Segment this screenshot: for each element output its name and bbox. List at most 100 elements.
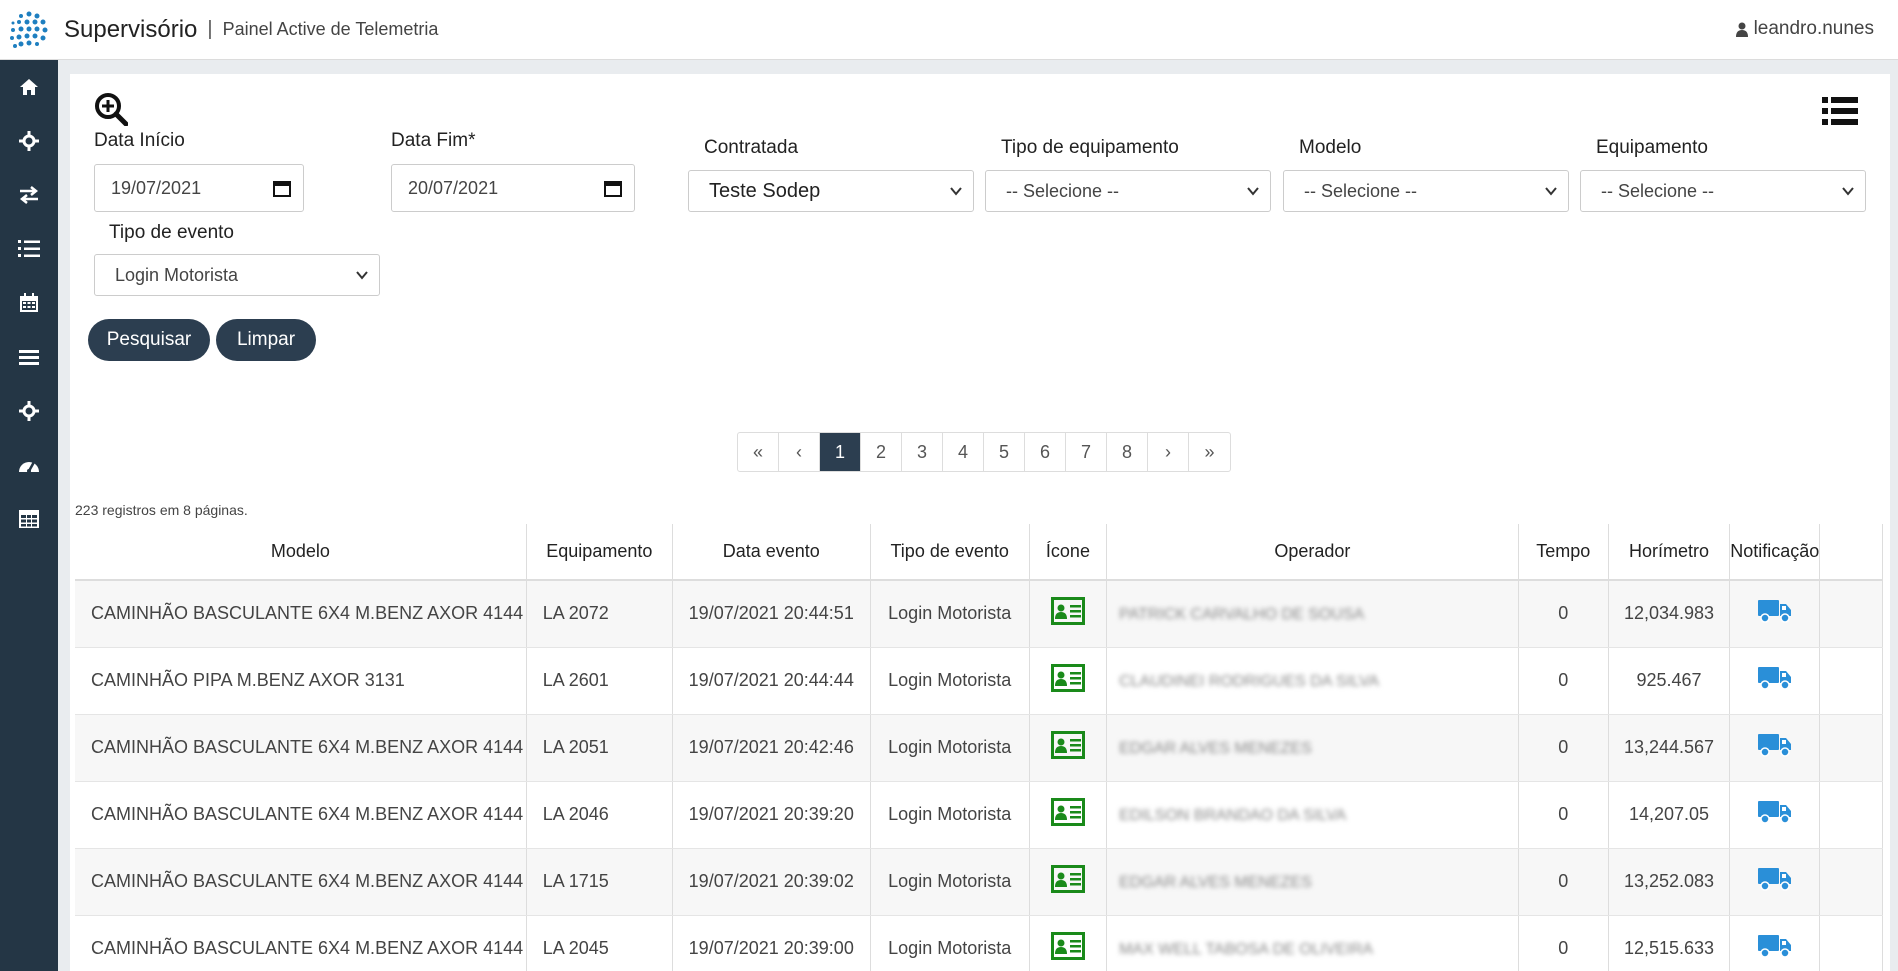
contratada-select[interactable]: Teste Sodep (688, 170, 974, 212)
col-notificacao[interactable]: Notificação (1729, 524, 1821, 581)
sidebar-item-exchange[interactable] (0, 168, 58, 222)
cell-horimetro: 14,207.05 (1608, 781, 1731, 849)
cell-tipo-evento: Login Motorista (870, 915, 1030, 971)
page-2[interactable]: 2 (861, 433, 902, 471)
cell-operador: EDGAR ALVES MENEZES (1106, 848, 1519, 916)
truck-icon[interactable] (1757, 732, 1792, 758)
cell-horimetro: 13,244.567 (1608, 714, 1731, 782)
operator-name: EDILSON BRANDAO DA SILVA (1119, 807, 1347, 824)
user-menu[interactable]: leandro.nunes (1735, 18, 1874, 40)
col-tempo[interactable]: Tempo (1518, 524, 1609, 581)
dashboard-icon (19, 461, 39, 473)
page-prev[interactable]: ‹ (779, 433, 820, 471)
cell-notificacao[interactable] (1729, 647, 1821, 715)
cell-tempo: 0 (1518, 580, 1609, 648)
truck-icon[interactable] (1757, 933, 1792, 959)
operator-name: EDGAR ALVES MENEZES (1119, 740, 1312, 757)
table-row[interactable]: CAMINHÃO BASCULANTE 6X4 M.BENZ AXOR 4144… (75, 781, 1883, 849)
calendar-icon (20, 293, 38, 312)
app-subtitle: Painel Active de Telemetria (222, 19, 439, 39)
page-5[interactable]: 5 (984, 433, 1025, 471)
page-7[interactable]: 7 (1066, 433, 1107, 471)
sidebar-item-table[interactable] (0, 492, 58, 546)
cell-modelo: CAMINHÃO BASCULANTE 6X4 M.BENZ AXOR 4144 (75, 580, 527, 648)
page-last[interactable]: » (1189, 433, 1230, 471)
cell-data-evento: 19/07/2021 20:39:02 (672, 848, 871, 916)
sidebar-item-calendar[interactable] (0, 276, 58, 330)
cell-notificacao[interactable] (1729, 848, 1821, 916)
calendar-icon[interactable] (604, 179, 622, 197)
cell-tempo: 0 (1518, 647, 1609, 715)
col-operador[interactable]: Operador (1106, 524, 1519, 581)
logo[interactable] (0, 0, 58, 60)
cell-extra (1819, 714, 1883, 782)
col-horimetro[interactable]: Horímetro (1608, 524, 1731, 581)
app-title: Supervisório (64, 15, 198, 43)
zoom-in-icon[interactable] (94, 92, 129, 131)
tipo-equipamento-label: Tipo de equipamento (1001, 137, 1179, 158)
equipamento-select[interactable]: -- Selecione -- (1580, 170, 1866, 212)
table-row[interactable]: CAMINHÃO PIPA M.BENZ AXOR 3131 LA 2601 1… (75, 647, 1883, 715)
cell-modelo: CAMINHÃO BASCULANTE 6X4 M.BENZ AXOR 4144 (75, 714, 527, 782)
list-icon[interactable] (1822, 96, 1858, 131)
page-first[interactable]: « (738, 433, 779, 471)
page-1[interactable]: 1 (820, 433, 861, 471)
table-row[interactable]: CAMINHÃO BASCULANTE 6X4 M.BENZ AXOR 4144… (75, 714, 1883, 782)
table-header-row: Modelo Equipamento Data evento Tipo de e… (75, 524, 1883, 581)
page-3[interactable]: 3 (902, 433, 943, 471)
cell-equipamento: LA 1715 (526, 848, 673, 916)
truck-icon[interactable] (1757, 866, 1792, 892)
truck-icon[interactable] (1757, 598, 1792, 624)
contratada-label: Contratada (704, 137, 799, 158)
crosshair-icon (19, 401, 39, 421)
col-icone[interactable]: Ícone (1029, 524, 1108, 581)
pesquisar-button[interactable]: Pesquisar (88, 319, 210, 361)
id-card-icon (1050, 798, 1085, 826)
cell-notificacao[interactable] (1729, 580, 1821, 648)
username: leandro.nunes (1753, 18, 1874, 39)
cell-extra (1819, 915, 1883, 971)
cell-operador: MAX WELL TABOSA DE OLIVEIRA (1106, 915, 1519, 971)
sidebar-item-dashboard[interactable] (0, 438, 58, 492)
crosshair-icon (19, 131, 39, 151)
col-data-evento[interactable]: Data evento (672, 524, 871, 581)
cell-tempo: 0 (1518, 781, 1609, 849)
col-modelo[interactable]: Modelo (75, 524, 527, 581)
sidebar-item-list[interactable] (0, 222, 58, 276)
tipo-evento-select[interactable]: Login Motorista (94, 254, 380, 296)
data-inicio-input[interactable]: 19/07/2021 (94, 164, 304, 212)
chevron-down-icon (950, 187, 962, 196)
chevron-down-icon (1545, 187, 1557, 196)
page-8[interactable]: 8 (1107, 433, 1148, 471)
sidebar-item-crosshair-2[interactable] (0, 384, 58, 438)
cell-operador: CLAUDINEI RODRIGUES DA SILVA (1106, 647, 1519, 715)
modelo-select[interactable]: -- Selecione -- (1283, 170, 1569, 212)
truck-icon[interactable] (1757, 799, 1792, 825)
cell-modelo: CAMINHÃO PIPA M.BENZ AXOR 3131 (75, 647, 527, 715)
sidebar-item-menu[interactable] (0, 330, 58, 384)
cell-tipo-evento: Login Motorista (870, 647, 1030, 715)
operator-name: CLAUDINEI RODRIGUES DA SILVA (1119, 673, 1380, 690)
equipamento-label: Equipamento (1596, 137, 1708, 158)
table-row[interactable]: CAMINHÃO BASCULANTE 6X4 M.BENZ AXOR 4144… (75, 915, 1883, 971)
cell-operador: EDGAR ALVES MENEZES (1106, 714, 1519, 782)
col-tipo-evento[interactable]: Tipo de evento (870, 524, 1030, 581)
records-info: 223 registros em 8 páginas. (75, 502, 248, 518)
table-row[interactable]: CAMINHÃO BASCULANTE 6X4 M.BENZ AXOR 4144… (75, 848, 1883, 916)
calendar-icon[interactable] (273, 179, 291, 197)
sidebar-item-crosshair[interactable] (0, 114, 58, 168)
limpar-button[interactable]: Limpar (216, 319, 316, 361)
sidebar-item-home[interactable] (0, 60, 58, 114)
table-row[interactable]: CAMINHÃO BASCULANTE 6X4 M.BENZ AXOR 4144… (75, 580, 1883, 648)
data-fim-input[interactable]: 20/07/2021 (391, 164, 635, 212)
truck-icon[interactable] (1757, 665, 1792, 691)
cell-notificacao[interactable] (1729, 915, 1821, 971)
cell-notificacao[interactable] (1729, 714, 1821, 782)
col-equipamento[interactable]: Equipamento (526, 524, 673, 581)
tipo-equipamento-select[interactable]: -- Selecione -- (985, 170, 1271, 212)
cell-notificacao[interactable] (1729, 781, 1821, 849)
cell-icone (1029, 848, 1108, 916)
page-next[interactable]: › (1148, 433, 1189, 471)
page-6[interactable]: 6 (1025, 433, 1066, 471)
page-4[interactable]: 4 (943, 433, 984, 471)
